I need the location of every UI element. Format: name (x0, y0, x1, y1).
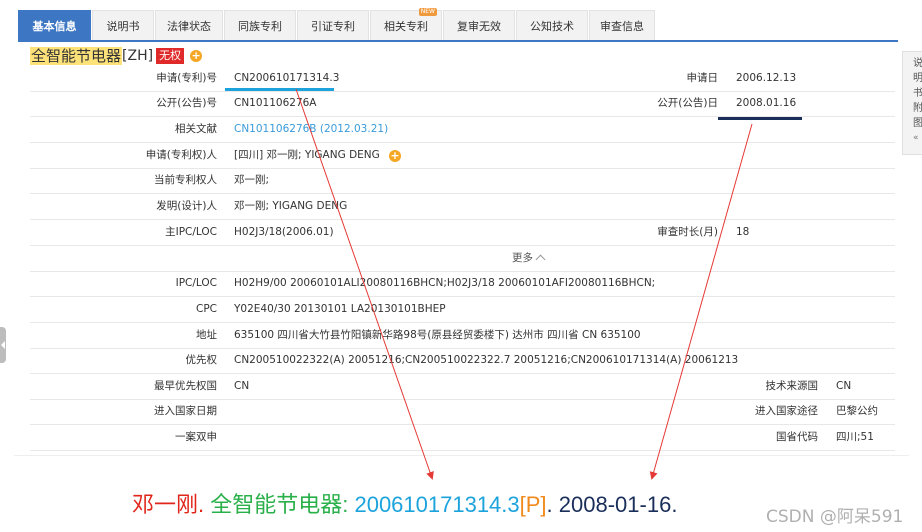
citation-caption: 邓一刚. 全智能节电器: 200610171314.3[P]. 2008-01-… (132, 487, 677, 519)
watermark: CSDN @阿呆591 (766, 507, 904, 527)
caption-type: [P] (519, 492, 547, 517)
annotation-arrows (295, 88, 753, 480)
arrow-pubdate-to-caption (649, 123, 753, 480)
caption-date: 2008-01-16. (558, 492, 678, 517)
arrow-appno-to-caption (295, 88, 434, 480)
caption-inventor: 邓一刚. (132, 492, 211, 517)
caption-appno: 200610171314.3 (354, 492, 520, 517)
caption-sep: . (546, 492, 559, 517)
caption-title: 全智能节电器: (210, 492, 355, 517)
